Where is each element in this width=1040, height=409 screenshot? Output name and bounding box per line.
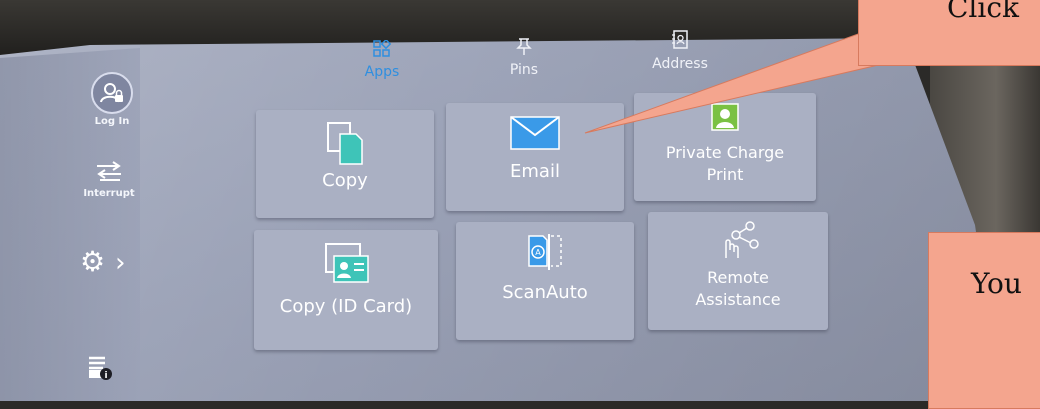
callout-top: Click: [858, 0, 1040, 66]
callout-bottom-text: You: [971, 267, 1022, 300]
callout-top-text: Click: [947, 0, 1019, 24]
callout-bottom: You: [928, 232, 1040, 409]
